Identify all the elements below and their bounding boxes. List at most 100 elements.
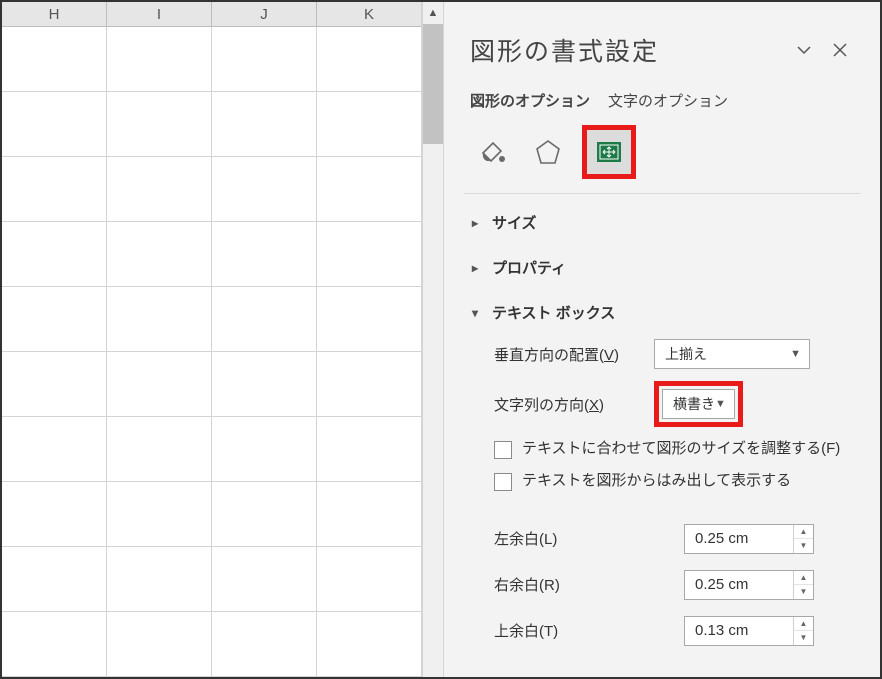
- section-size-label: サイズ: [492, 212, 537, 233]
- grid-cell[interactable]: [2, 222, 107, 286]
- grid[interactable]: [2, 27, 421, 677]
- scroll-thumb[interactable]: [423, 24, 443, 144]
- spinner-down-button[interactable]: ▼: [794, 631, 813, 645]
- left-margin-spinner[interactable]: 0.25 cm ▲ ▼: [684, 524, 814, 554]
- dropdown-icon: ▼: [790, 348, 801, 360]
- section-textbox-body: 垂直方向の配置(V) 上揃え ▼ 文字列の方向(X) 横書き ▼: [472, 329, 860, 658]
- overflow-checkbox[interactable]: [494, 473, 512, 491]
- pane-header: 図形の書式設定: [444, 2, 880, 76]
- grid-cell[interactable]: [212, 157, 317, 221]
- grid-cell[interactable]: [317, 612, 421, 676]
- vertical-alignment-select[interactable]: 上揃え ▼: [654, 339, 810, 369]
- grid-cell[interactable]: [2, 92, 107, 156]
- grid-cell[interactable]: [2, 27, 107, 91]
- grid-cell[interactable]: [212, 547, 317, 611]
- section-textbox-header[interactable]: ▾ テキスト ボックス: [472, 296, 860, 329]
- vertical-alignment-row: 垂直方向の配置(V) 上揃え ▼: [494, 333, 860, 375]
- grid-cell[interactable]: [212, 287, 317, 351]
- grid-cell[interactable]: [317, 222, 421, 286]
- left-margin-value[interactable]: 0.25 cm: [685, 525, 793, 553]
- right-margin-spinner[interactable]: 0.25 cm ▲ ▼: [684, 570, 814, 600]
- divider: [464, 193, 860, 194]
- autofit-checkbox[interactable]: [494, 441, 512, 459]
- grid-cell[interactable]: [212, 417, 317, 481]
- grid-cell[interactable]: [107, 417, 212, 481]
- grid-cell[interactable]: [317, 287, 421, 351]
- fill-line-category[interactable]: [470, 130, 514, 174]
- collapse-button[interactable]: [790, 36, 818, 64]
- scroll-track[interactable]: [423, 24, 443, 677]
- dropdown-icon: ▼: [715, 398, 726, 410]
- grid-cell[interactable]: [107, 157, 212, 221]
- section-properties-header[interactable]: ▸ プロパティ: [472, 251, 860, 284]
- tab-text-options[interactable]: 文字のオプション: [608, 90, 728, 111]
- grid-cell[interactable]: [317, 157, 421, 221]
- section-size-header[interactable]: ▸ サイズ: [472, 206, 860, 239]
- grid-cell[interactable]: [317, 27, 421, 91]
- format-shape-pane: 図形の書式設定 図形のオプション 文字のオプション: [444, 2, 880, 677]
- scroll-up-button[interactable]: ▲: [423, 2, 443, 24]
- grid-row: [2, 222, 421, 287]
- grid-row: [2, 417, 421, 482]
- chevron-right-icon: ▸: [472, 261, 484, 275]
- category-icons: [444, 115, 880, 193]
- grid-cell[interactable]: [212, 612, 317, 676]
- column-header[interactable]: I: [107, 2, 212, 26]
- top-margin-spinner[interactable]: 0.13 cm ▲ ▼: [684, 616, 814, 646]
- grid-cell[interactable]: [107, 352, 212, 416]
- grid-cell[interactable]: [107, 27, 212, 91]
- grid-cell[interactable]: [317, 352, 421, 416]
- right-margin-value[interactable]: 0.25 cm: [685, 571, 793, 599]
- grid-cell[interactable]: [2, 612, 107, 676]
- section-properties: ▸ プロパティ: [444, 245, 880, 290]
- grid-cell[interactable]: [212, 222, 317, 286]
- grid-cell[interactable]: [212, 27, 317, 91]
- grid-cell[interactable]: [212, 482, 317, 546]
- grid-cell[interactable]: [317, 92, 421, 156]
- grid-cell[interactable]: [107, 612, 212, 676]
- highlight-text-direction: 横書き ▼: [654, 381, 743, 427]
- grid-cell[interactable]: [107, 547, 212, 611]
- spinner-up-button[interactable]: ▲: [794, 617, 813, 632]
- grid-cell[interactable]: [2, 287, 107, 351]
- spinner-up-button[interactable]: ▲: [794, 525, 813, 540]
- grid-cell[interactable]: [317, 417, 421, 481]
- grid-row: [2, 27, 421, 92]
- grid-cell[interactable]: [2, 157, 107, 221]
- text-direction-select[interactable]: 横書き ▼: [662, 389, 735, 419]
- tab-shape-options[interactable]: 図形のオプション: [470, 90, 590, 111]
- grid-cell[interactable]: [107, 482, 212, 546]
- overflow-label: テキストを図形からはみ出して表示する: [522, 471, 791, 491]
- grid-cell[interactable]: [317, 547, 421, 611]
- grid-cell[interactable]: [107, 92, 212, 156]
- app-root: H I J K: [0, 0, 882, 679]
- spinner-down-button[interactable]: ▼: [794, 585, 813, 599]
- top-margin-value[interactable]: 0.13 cm: [685, 617, 793, 645]
- grid-cell[interactable]: [2, 352, 107, 416]
- spinner-down-button[interactable]: ▼: [794, 539, 813, 553]
- highlight-size-category: [582, 125, 636, 179]
- grid-cell[interactable]: [2, 482, 107, 546]
- right-margin-label: 右余白(R): [494, 574, 674, 595]
- grid-cell[interactable]: [212, 352, 317, 416]
- grid-cell[interactable]: [107, 222, 212, 286]
- grid-cell[interactable]: [317, 482, 421, 546]
- grid-row: [2, 482, 421, 547]
- section-size: ▸ サイズ: [444, 200, 880, 245]
- left-margin-label: 左余白(L): [494, 528, 674, 549]
- grid-cell[interactable]: [2, 417, 107, 481]
- section-properties-label: プロパティ: [492, 257, 566, 278]
- vertical-scrollbar[interactable]: ▲: [422, 2, 444, 677]
- spinner-up-button[interactable]: ▲: [794, 571, 813, 586]
- grid-cell[interactable]: [2, 547, 107, 611]
- grid-cell[interactable]: [107, 287, 212, 351]
- column-header[interactable]: H: [2, 2, 107, 26]
- column-header[interactable]: K: [317, 2, 421, 26]
- grid-cell[interactable]: [212, 92, 317, 156]
- size-properties-category[interactable]: [587, 130, 631, 174]
- close-button[interactable]: [826, 36, 854, 64]
- effects-category[interactable]: [526, 130, 570, 174]
- column-header[interactable]: J: [212, 2, 317, 26]
- spinner-buttons: ▲ ▼: [793, 617, 813, 645]
- grid-row: [2, 612, 421, 677]
